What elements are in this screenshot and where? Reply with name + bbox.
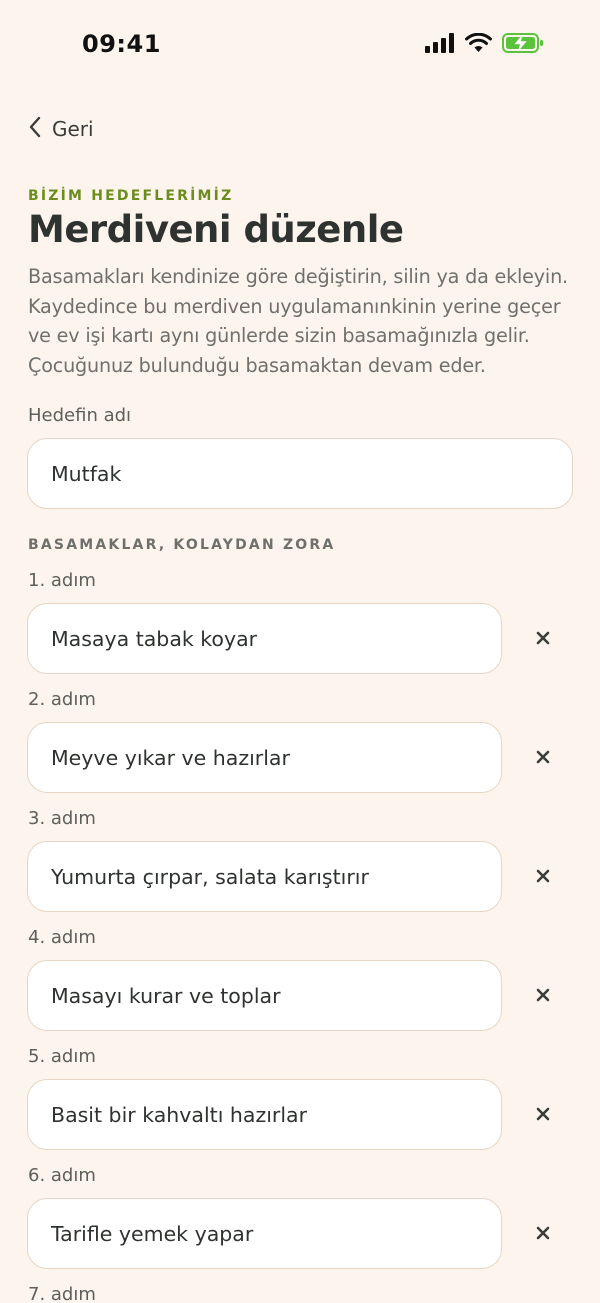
step-input[interactable]: Masaya tabak koyar — [27, 603, 502, 674]
signal-icon — [425, 33, 455, 53]
step-input[interactable]: Tarifle yemek yapar — [27, 1198, 502, 1269]
edit-ladder-screen: 09:41 Geri BİZİM HEDEFLERİMİZ Merdiveni … — [0, 0, 600, 1303]
chevron-left-icon — [28, 116, 42, 142]
goal-name-input[interactable]: Mutfak — [27, 438, 573, 509]
remove-step-button[interactable] — [527, 1217, 559, 1249]
status-icons — [425, 33, 544, 53]
battery-charging-icon — [502, 33, 544, 53]
remove-step-button[interactable] — [527, 860, 559, 892]
close-icon — [536, 869, 550, 883]
status-time: 09:41 — [82, 30, 161, 58]
step-input[interactable]: Yumurta çırpar, salata karıştırır — [27, 841, 502, 912]
page-description: Basamakları kendinize göre değiştirin, s… — [28, 265, 568, 377]
close-icon — [536, 631, 550, 645]
page-title: Merdiveni düzenle — [28, 208, 404, 251]
goal-name-label: Hedefin adı — [28, 405, 132, 426]
section-eyebrow: BİZİM HEDEFLERİMİZ — [28, 188, 234, 204]
close-icon — [536, 750, 550, 764]
step-input[interactable]: Basit bir kahvaltı hazırlar — [27, 1079, 502, 1150]
close-icon — [536, 1226, 550, 1240]
remove-step-button[interactable] — [527, 741, 559, 773]
step-input[interactable]: Masayı kurar ve toplar — [27, 960, 502, 1031]
steps-section-label: BASAMAKLAR, KOLAYDAN ZORA — [28, 537, 336, 553]
close-icon — [536, 988, 550, 1002]
remove-step-button[interactable] — [527, 979, 559, 1011]
step-label: 6. adım — [28, 1165, 96, 1186]
close-icon — [536, 1107, 550, 1121]
step-label: 2. adım — [28, 689, 96, 710]
step-label: 3. adım — [28, 808, 96, 829]
step-label: 7. adım — [28, 1284, 96, 1303]
step-label: 5. adım — [28, 1046, 96, 1067]
remove-step-button[interactable] — [527, 622, 559, 654]
wifi-icon — [465, 33, 492, 53]
back-button[interactable]: Geri — [28, 116, 94, 142]
status-bar: 09:41 — [0, 0, 600, 90]
step-label: 4. adım — [28, 927, 96, 948]
back-label: Geri — [52, 117, 94, 141]
remove-step-button[interactable] — [527, 1098, 559, 1130]
step-label: 1. adım — [28, 570, 96, 591]
step-input[interactable]: Meyve yıkar ve hazırlar — [27, 722, 502, 793]
